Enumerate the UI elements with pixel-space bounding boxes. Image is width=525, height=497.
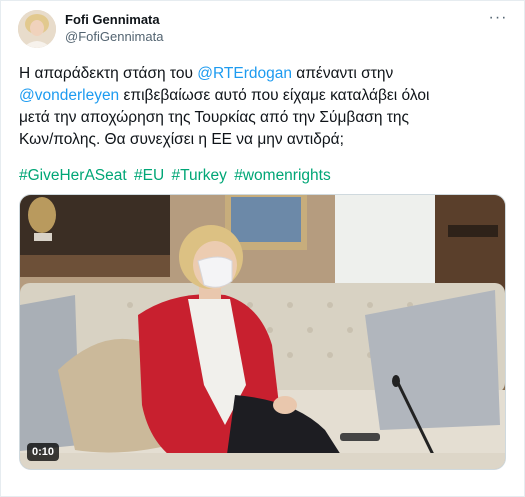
hashtag-giveheraseat[interactable]: #GiveHerASeat — [19, 167, 127, 184]
mention-vonderleyen[interactable]: @vonderleyen — [19, 87, 119, 104]
tweet-card: Fofi Gennimata @FofiGennimata ··· Η απαρ… — [0, 0, 525, 497]
tweet-line-2: @vonderleyen επιβεβαίωσε αυτό που είχαμε… — [19, 85, 509, 107]
hashtag-womenrights[interactable]: #womenrights — [234, 167, 331, 184]
more-horizontal-icon[interactable]: ··· — [488, 10, 508, 26]
tweet-line-3: μετά την αποχώρηση της Τουρκίας από την … — [19, 109, 410, 126]
tweet-text-part: απέναντι στην — [291, 65, 394, 82]
author-display-name[interactable]: Fofi Gennimata — [65, 12, 160, 27]
hashtag-row: #GiveHerASeat #EU #Turkey #womenrights — [19, 165, 334, 187]
video-player[interactable]: 0:10 — [19, 194, 506, 470]
tweet-line-1: Η απαράδεκτη στάση του @RTErdogan απέναν… — [19, 63, 509, 85]
video-duration-badge: 0:10 — [27, 443, 60, 461]
hashtag-turkey[interactable]: #Turkey — [171, 167, 226, 184]
tweet-text: Η απαράδεκτη στάση του @RTErdogan απέναν… — [19, 63, 509, 151]
tweet-text-part: επιβεβαίωσε αυτό που είχαμε καταλάβει όλ… — [119, 87, 430, 104]
tweet-text-part: Η απαράδεκτη στάση του — [19, 65, 198, 82]
mention-rterdogan[interactable]: @RTErdogan — [197, 65, 292, 82]
video-frame — [20, 195, 505, 469]
avatar[interactable] — [18, 10, 56, 48]
tweet-line-4: Κων/πολης. Θα συνεχίσει η ΕΕ να μην αντι… — [19, 131, 344, 148]
hashtag-eu[interactable]: #EU — [134, 167, 164, 184]
author-handle[interactable]: @FofiGennimata — [65, 29, 163, 44]
